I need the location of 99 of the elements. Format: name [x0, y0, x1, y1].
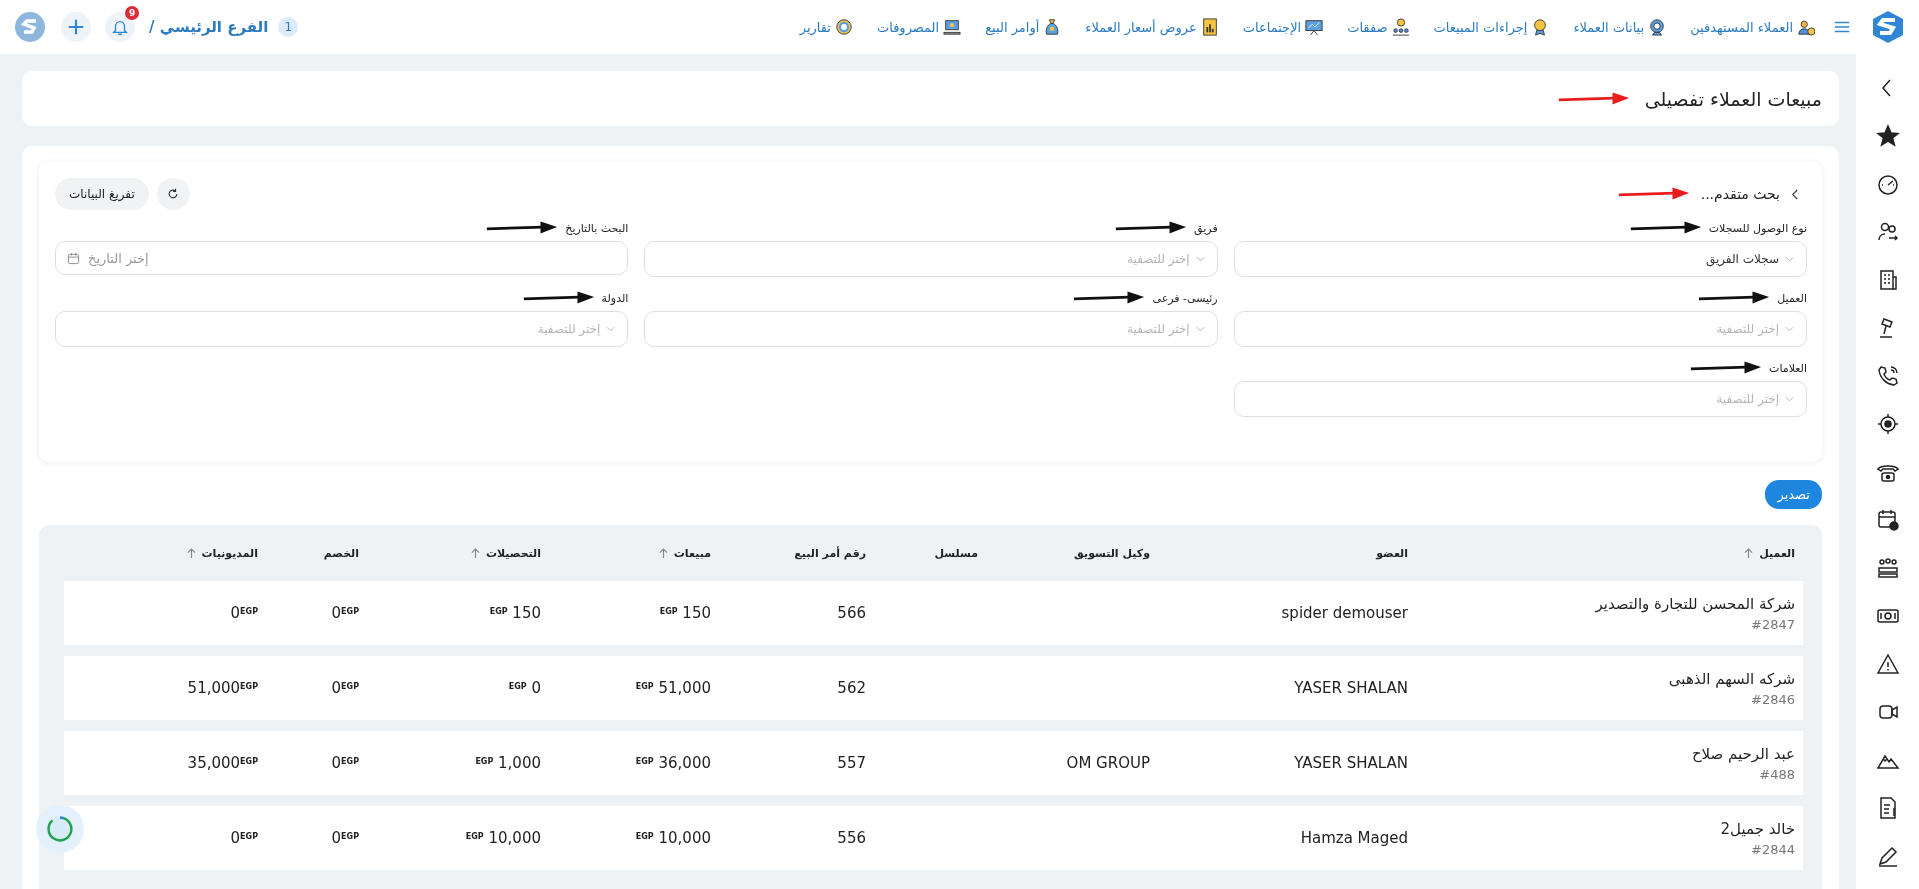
nav-link[interactable]: إجراءات المبيعات: [1433, 18, 1550, 36]
calendar-icon[interactable]: [1875, 508, 1900, 532]
sort-arrow-icon: [470, 547, 480, 559]
branch-title[interactable]: الفرع الرئيسي /: [149, 18, 269, 36]
star-icon[interactable]: [1875, 124, 1900, 148]
client-name[interactable]: شركه السهم الذهبى: [1668, 669, 1795, 688]
warning-icon[interactable]: [1875, 652, 1900, 676]
table-cell: spider demouser: [1281, 604, 1408, 622]
table-cell: Hamza Maged: [1300, 829, 1408, 847]
branch-number-badge: 1: [278, 17, 299, 37]
person-coin-icon: [1797, 18, 1815, 36]
advanced-search-title[interactable]: بحث متقدم...: [1700, 186, 1780, 202]
laptop-icon: [943, 18, 962, 36]
table-cell: OM GROUP: [1066, 754, 1150, 772]
table-cell: YASER SHALAN: [1294, 754, 1408, 772]
bell-icon: [111, 18, 129, 36]
amount-text: 0$^{EGP}$: [331, 829, 359, 847]
column-header[interactable]: مبيعات: [541, 546, 711, 560]
page-title: مبيعات العملاء تفصيلى: [1644, 87, 1822, 110]
ring-chart-icon: [834, 18, 853, 36]
nav-link[interactable]: صفقات: [1347, 18, 1410, 36]
select-field[interactable]: سجلات الفريق: [1233, 241, 1807, 277]
amount-text: 0$^{EGP}$: [230, 604, 258, 622]
clear-data-button[interactable]: تفريغ البيانات: [55, 178, 149, 210]
client-id: #2844: [1751, 841, 1795, 857]
amount-text: $^{EGP}$ 150: [489, 604, 541, 622]
nav-link[interactable]: أوامر البيع: [985, 18, 1062, 36]
field-label: البحث بالتاريخ: [565, 221, 629, 235]
client-name[interactable]: شركة المحسن للتجارة والتصدير: [1595, 594, 1795, 613]
date-field[interactable]: إختر التاريخ: [55, 241, 629, 275]
group-icon[interactable]: [1875, 556, 1900, 580]
chevron-down-icon: [1785, 326, 1794, 332]
client-id: #2847: [1751, 616, 1795, 632]
nav-link[interactable]: العملاء المستهدفين: [1690, 18, 1815, 36]
field-label: نوع الوصول للسجلات: [1708, 221, 1807, 235]
amount-text: $^{EGP}$ 10,000: [465, 829, 541, 847]
field-label: فريق: [1194, 221, 1218, 235]
sort-arrow-icon: [1744, 547, 1754, 559]
table-cell: 562: [837, 679, 866, 697]
field-label: العميل: [1777, 291, 1807, 305]
nav-link[interactable]: تقارير: [799, 18, 853, 36]
table-cell: 557: [837, 754, 866, 772]
nav-link[interactable]: المصروفات: [876, 18, 962, 36]
amount-text: 0$^{EGP}$: [331, 679, 359, 697]
field-label: رئيسى- فرعى: [1152, 291, 1218, 305]
table-cell: 556: [837, 829, 866, 847]
document-chart-icon: [1200, 18, 1219, 36]
chevron-down-icon: [1785, 396, 1794, 402]
notification-count: 9: [125, 6, 139, 20]
chevron-left-icon[interactable]: [1790, 187, 1799, 201]
export-button[interactable]: تصدير: [1765, 480, 1822, 509]
nav-link[interactable]: عروض أسعار العملاء: [1085, 18, 1219, 36]
amount-text: $^{EGP}$ 51,000: [635, 679, 711, 697]
chevron-down-icon: [606, 326, 616, 332]
amount-text: 51,000$^{EGP}$: [187, 679, 258, 697]
field-label: الدولة: [601, 291, 629, 305]
logo-icon[interactable]: [1871, 10, 1905, 44]
presentation-board-icon: [1305, 18, 1324, 36]
amount-text: $^{EGP}$ 36,000: [635, 754, 711, 772]
webcam-icon: [1648, 18, 1667, 36]
gauge-icon[interactable]: [1875, 172, 1900, 196]
refresh-button[interactable]: [156, 178, 190, 210]
people-coin-icon: [1391, 18, 1410, 36]
column-header[interactable]: مسلسل: [866, 546, 978, 560]
column-header[interactable]: الخصم: [258, 546, 359, 560]
amount-text: 0$^{EGP}$: [331, 754, 359, 772]
sort-arrow-icon: [186, 547, 196, 559]
add-button[interactable]: [61, 12, 91, 42]
chevron-down-icon: [1195, 256, 1205, 262]
amount-text: $^{EGP}$ 150: [659, 604, 711, 622]
calendar-icon: [67, 252, 80, 265]
client-id: #2846: [1751, 691, 1795, 707]
table-cell: 566: [837, 604, 866, 622]
column-header[interactable]: العميل: [1408, 546, 1795, 560]
sort-arrow-icon: [658, 547, 668, 559]
column-header[interactable]: التحصيلات: [359, 546, 541, 560]
client-id: #488: [1759, 766, 1795, 782]
nav-link[interactable]: بيانات العملاء: [1573, 18, 1667, 36]
nav-link[interactable]: الإجتماعات: [1242, 18, 1324, 36]
field-label: العلامات: [1769, 361, 1807, 375]
amount-text: $^{EGP}$ 0: [508, 679, 541, 697]
column-header[interactable]: العضو: [1150, 546, 1408, 560]
amount-text: 35,000$^{EGP}$: [187, 754, 258, 772]
client-name[interactable]: خالد جميل2: [1720, 819, 1795, 838]
chevron-down-icon: [1785, 256, 1794, 262]
plus-icon: [67, 18, 85, 36]
refresh-icon: [167, 188, 180, 200]
column-header[interactable]: وكيل التسويق: [978, 546, 1150, 560]
chevron-down-icon: [1195, 326, 1205, 332]
column-header[interactable]: المديونيات: [64, 546, 258, 560]
column-header[interactable]: رقم أمر البيع: [711, 546, 866, 560]
amount-text: $^{EGP}$ 1,000: [475, 754, 541, 772]
client-name[interactable]: عبد الرحيم صلاح: [1691, 744, 1795, 763]
phone-icon[interactable]: [1875, 364, 1900, 388]
amount-text: 0$^{EGP}$: [230, 829, 258, 847]
target-icon[interactable]: [1875, 412, 1900, 436]
amount-text: 0$^{EGP}$: [331, 604, 359, 622]
table-cell: YASER SHALAN: [1294, 679, 1408, 697]
amount-text: $^{EGP}$ 10,000: [635, 829, 711, 847]
